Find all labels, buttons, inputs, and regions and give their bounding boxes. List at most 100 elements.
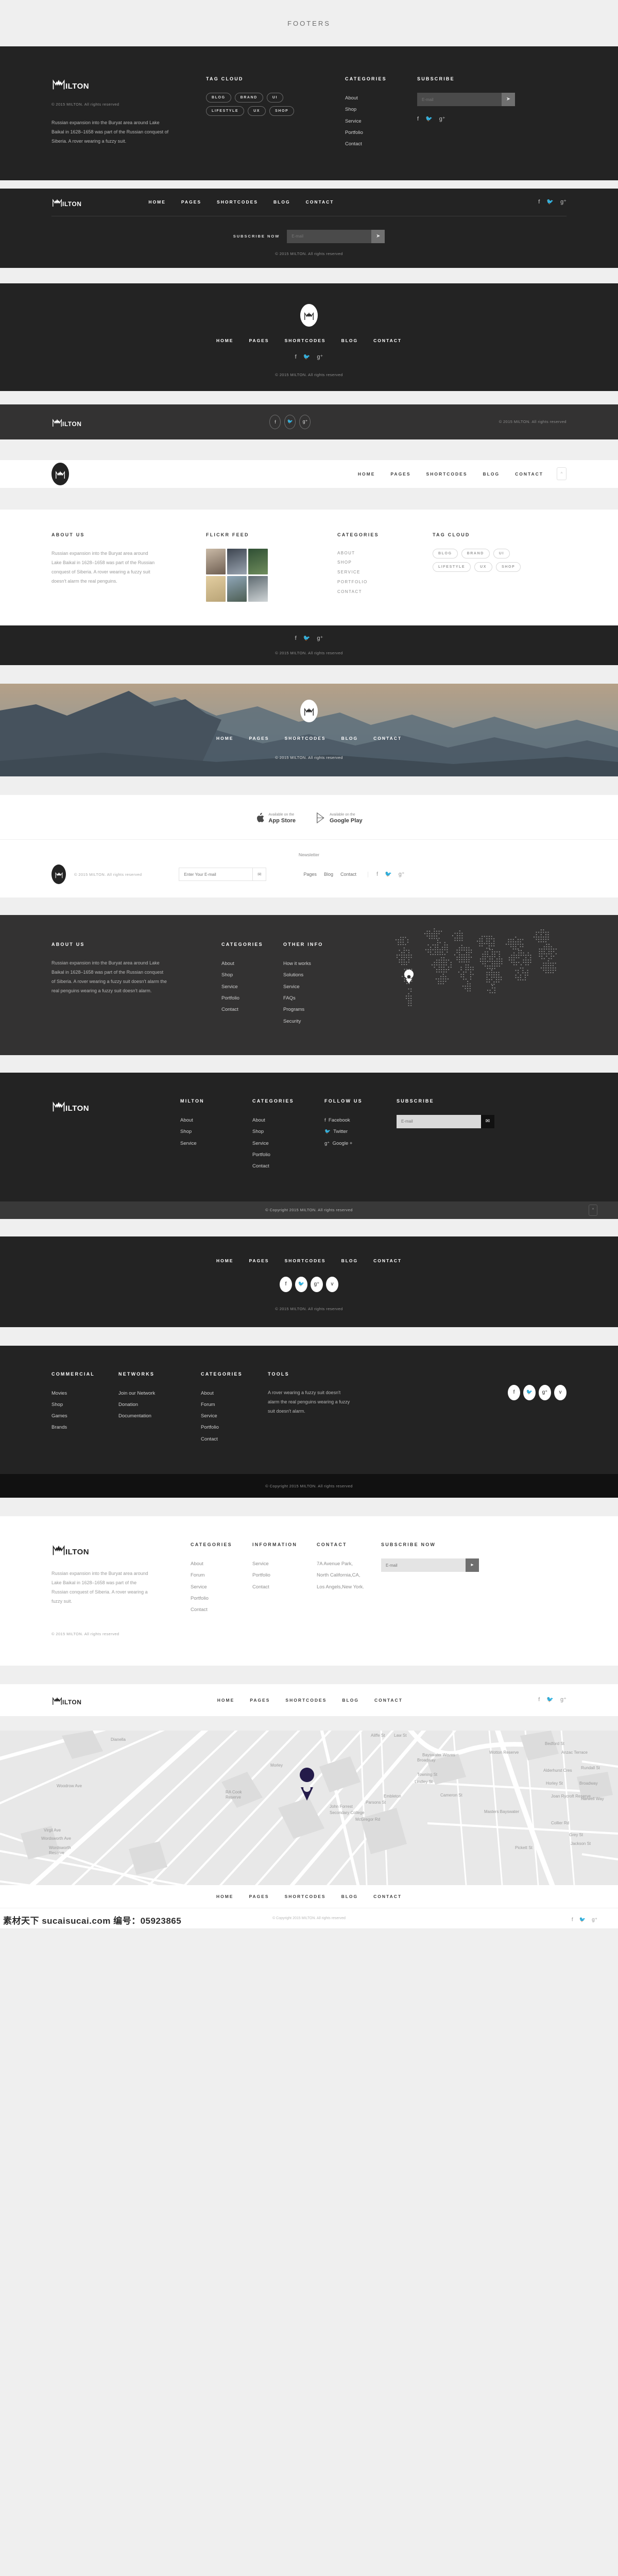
list-item-twitter[interactable]: 🐦 Twitter: [324, 1126, 397, 1138]
logo-milton[interactable]: ILTON: [52, 1542, 191, 1556]
list-item[interactable]: Shop: [345, 104, 417, 115]
list-item[interactable]: SERVICE: [337, 568, 433, 578]
list-item[interactable]: About: [221, 958, 283, 970]
tag-pill[interactable]: UI: [493, 549, 510, 558]
logo-milton[interactable]: ILTON: [52, 1098, 180, 1113]
map-view[interactable]: Dianella Morley Embleton Bayswater Waves…: [0, 1731, 618, 1885]
list-item[interactable]: About: [252, 1115, 324, 1126]
tag-pill[interactable]: BRAND: [235, 93, 263, 103]
nav-blog[interactable]: BLOG: [341, 338, 358, 343]
list-item[interactable]: ABOUT: [337, 549, 433, 558]
flickr-thumb[interactable]: [248, 576, 268, 602]
nav-shortcodes[interactable]: SHORTCODES: [217, 199, 258, 205]
nav-shortcodes[interactable]: SHORTCODES: [285, 338, 326, 343]
facebook-icon[interactable]: f: [295, 636, 297, 641]
flickr-thumb[interactable]: [227, 549, 247, 574]
list-item[interactable]: Contact: [252, 1161, 324, 1172]
nav-blog[interactable]: BLOG: [342, 1698, 359, 1703]
tag-pill[interactable]: LIFESTYLE: [433, 562, 471, 572]
list-item[interactable]: Donation: [118, 1399, 201, 1411]
nav-home[interactable]: HOME: [217, 1698, 235, 1703]
logo-milton[interactable]: ILTON: [52, 416, 81, 428]
list-item[interactable]: Shop: [52, 1399, 118, 1411]
twitter-icon[interactable]: 🐦: [295, 1277, 307, 1292]
tag-pill[interactable]: SHOP: [269, 106, 294, 116]
google-plus-icon[interactable]: g⁺: [311, 1277, 323, 1292]
logo-circle-badge[interactable]: [52, 463, 69, 485]
tag-pill[interactable]: UI: [267, 93, 283, 103]
nav-contact[interactable]: CONTACT: [515, 471, 543, 477]
list-item[interactable]: Portfolio: [201, 1422, 268, 1433]
list-item[interactable]: Movies: [52, 1388, 118, 1399]
google-plus-icon[interactable]: g⁺: [317, 354, 323, 360]
google-plus-icon[interactable]: g⁺: [439, 116, 445, 122]
tag-pill[interactable]: BLOG: [433, 549, 458, 558]
list-item[interactable]: Contact: [191, 1604, 252, 1616]
newsletter-email-input[interactable]: [179, 868, 252, 880]
facebook-icon[interactable]: f: [295, 354, 297, 360]
nav-contact[interactable]: CONTACT: [373, 736, 402, 741]
nav-home[interactable]: HOME: [216, 1894, 234, 1899]
tag-pill[interactable]: BRAND: [461, 549, 490, 558]
send-button[interactable]: ➤: [502, 93, 515, 106]
link-contact[interactable]: Contact: [340, 872, 356, 877]
list-item[interactable]: Security: [283, 1016, 376, 1027]
facebook-icon[interactable]: f: [538, 1697, 540, 1703]
list-item[interactable]: Brands: [52, 1422, 118, 1433]
list-item[interactable]: Service: [191, 1582, 252, 1593]
twitter-icon[interactable]: 🐦: [385, 872, 392, 877]
list-item[interactable]: PORTFOLIO: [337, 578, 433, 587]
list-item[interactable]: Shop: [252, 1126, 324, 1138]
nav-pages[interactable]: PAGES: [249, 338, 269, 343]
nav-pages[interactable]: PAGES: [249, 1894, 269, 1899]
link-pages[interactable]: Pages: [303, 872, 317, 877]
nav-pages[interactable]: PAGES: [249, 1258, 269, 1263]
facebook-icon[interactable]: f: [417, 116, 419, 122]
nav-pages[interactable]: PAGES: [390, 471, 410, 477]
send-button[interactable]: ▸: [466, 1558, 479, 1572]
google-plus-icon[interactable]: g⁺: [560, 1697, 566, 1703]
nav-contact[interactable]: CONTACT: [373, 1258, 402, 1263]
nav-blog[interactable]: BLOG: [341, 1258, 358, 1263]
list-item[interactable]: Games: [52, 1411, 118, 1422]
list-item[interactable]: Contact: [252, 1582, 317, 1593]
flickr-thumb[interactable]: [248, 549, 268, 574]
facebook-icon[interactable]: f: [508, 1385, 520, 1400]
list-item[interactable]: About: [201, 1388, 268, 1399]
list-item[interactable]: Portfolio: [252, 1149, 324, 1161]
list-item[interactable]: Portfolio: [221, 993, 283, 1004]
list-item[interactable]: How it works: [283, 958, 376, 970]
nav-pages[interactable]: PAGES: [250, 1698, 270, 1703]
list-item[interactable]: CONTACT: [337, 587, 433, 597]
list-item[interactable]: Contact: [201, 1434, 268, 1445]
google-plus-icon[interactable]: g⁺: [399, 872, 405, 877]
facebook-icon[interactable]: f: [572, 1917, 573, 1923]
nav-blog[interactable]: BLOG: [341, 1894, 358, 1899]
tag-pill[interactable]: LIFESTYLE: [206, 106, 244, 116]
google-plus-icon[interactable]: g⁺: [317, 636, 323, 641]
link-blog[interactable]: Blog: [324, 872, 333, 877]
list-item[interactable]: About: [345, 93, 417, 104]
list-item[interactable]: Service: [345, 116, 417, 127]
nav-home[interactable]: HOME: [216, 1258, 234, 1263]
nav-shortcodes[interactable]: SHORTCODES: [426, 471, 468, 477]
twitter-icon[interactable]: 🐦: [284, 415, 296, 429]
logo-circle-badge[interactable]: [300, 700, 318, 722]
logo-circle-badge[interactable]: [300, 304, 318, 327]
facebook-icon[interactable]: f: [269, 415, 281, 429]
list-item[interactable]: Shop: [180, 1126, 252, 1138]
list-item[interactable]: Portfolio: [345, 127, 417, 139]
google-plus-icon[interactable]: g⁺: [560, 199, 566, 205]
logo-milton[interactable]: ILTON: [52, 76, 206, 91]
vimeo-icon[interactable]: v: [554, 1385, 566, 1400]
facebook-icon[interactable]: f: [280, 1277, 292, 1292]
list-item[interactable]: Forum: [201, 1399, 268, 1411]
logo-milton[interactable]: ILTON: [52, 196, 81, 208]
list-item[interactable]: Join our Network: [118, 1388, 201, 1399]
list-item[interactable]: Service: [201, 1411, 268, 1422]
facebook-icon[interactable]: f: [538, 199, 540, 205]
nav-blog[interactable]: BLOG: [273, 199, 290, 205]
twitter-icon[interactable]: 🐦: [303, 636, 311, 641]
list-item-googleplus[interactable]: g⁺ Google +: [324, 1138, 397, 1149]
flickr-thumb[interactable]: [206, 576, 226, 602]
